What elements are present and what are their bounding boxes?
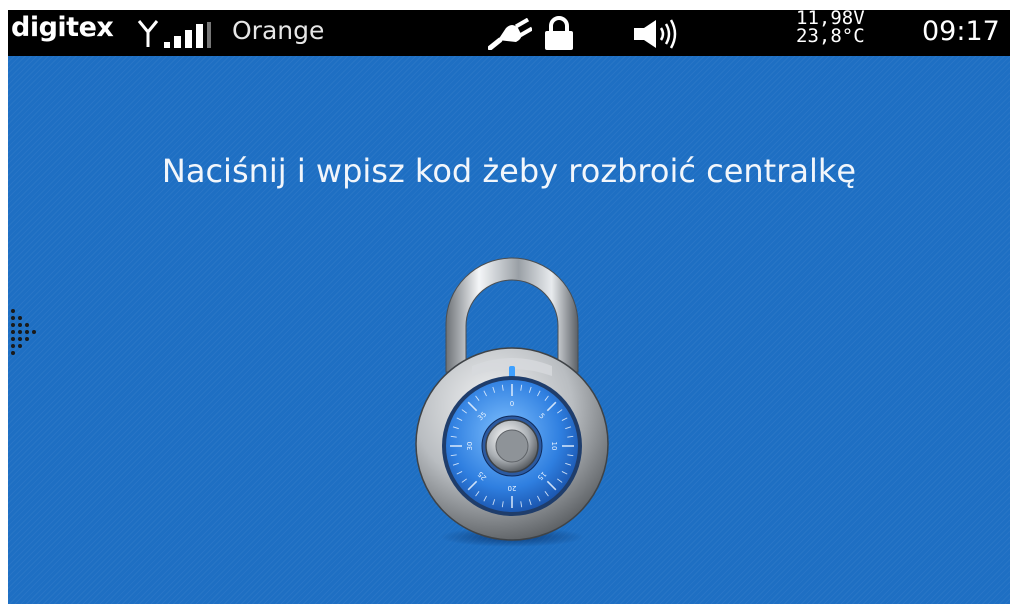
dial-number: 0 xyxy=(510,400,514,408)
dial-number: 20 xyxy=(508,484,517,492)
clock: 09:17 xyxy=(922,16,1000,47)
lock-icon xyxy=(545,16,573,50)
padlock-icon[interactable]: 05101520253035 xyxy=(406,254,618,554)
speaker-icon xyxy=(634,19,677,49)
unlock-screen[interactable]: Naciśnij i wpisz kod żeby rozbroić centr… xyxy=(8,56,1010,604)
dial-number: 30 xyxy=(466,442,474,451)
device-screen: digitex Orange 11,98V 23,8°C 09:17 Naciś… xyxy=(8,10,1010,604)
brand-logo: digitex xyxy=(11,12,114,43)
unlock-prompt: Naciśnij i wpisz kod żeby rozbroić centr… xyxy=(161,152,857,190)
dial-number: 10 xyxy=(550,442,558,451)
power-plug-icon xyxy=(488,18,532,50)
voltage-temperature-readout: 11,98V 23,8°C xyxy=(796,10,865,47)
temperature-readout: 23,8°C xyxy=(796,25,865,47)
side-panel-handle-icon[interactable] xyxy=(10,308,46,358)
status-bar: digitex Orange 11,98V 23,8°C 09:17 xyxy=(8,10,1010,56)
antenna-icon xyxy=(137,20,159,47)
operator-name: Orange xyxy=(232,16,325,45)
signal-strength-icon xyxy=(164,22,211,48)
